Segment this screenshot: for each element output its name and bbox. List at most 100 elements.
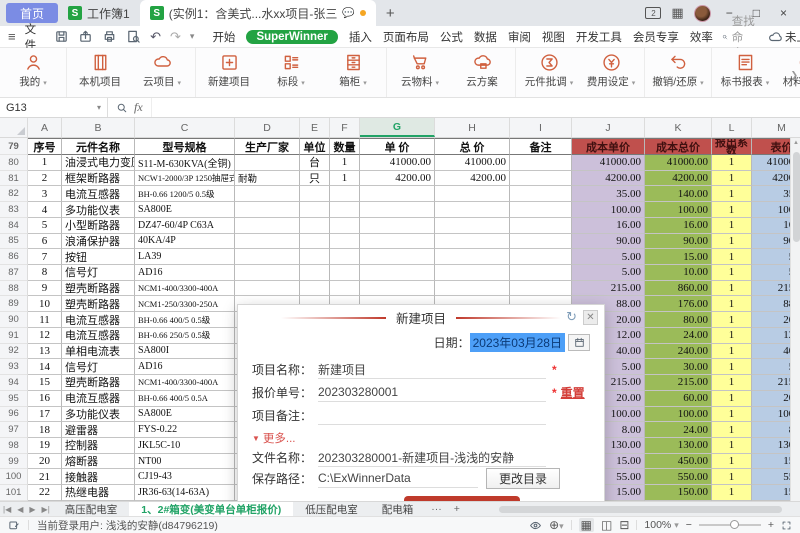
header-cell[interactable]: 生产厂家 [235, 138, 300, 155]
cell[interactable]: 35.00 [572, 186, 645, 202]
row-header-89[interactable]: 89 [0, 296, 28, 312]
cell[interactable]: 15 [28, 375, 62, 391]
cell[interactable]: 6 [28, 234, 62, 250]
column-header-F[interactable]: F [330, 118, 360, 137]
cell[interactable] [330, 234, 360, 250]
cell[interactable]: 单相电流表 [62, 344, 135, 360]
sheet-tab-3[interactable]: 配电箱 [370, 502, 426, 516]
cell[interactable]: 215.00 [645, 375, 712, 391]
menu-item-8[interactable]: 开发工具 [576, 29, 622, 45]
start-quote-button[interactable]: 开始报价 [404, 496, 520, 501]
ribbon-button-标书报表[interactable]: 标书报表 ▾ [714, 51, 776, 89]
ribbon-button-云物料[interactable]: 云物料 ▾ [389, 51, 451, 89]
header-cell[interactable]: 数量 [330, 138, 360, 155]
cell[interactable]: 4200.00 [435, 171, 510, 187]
zoom-in-button[interactable]: + [768, 519, 774, 531]
cell[interactable]: 电流互感器 [62, 328, 135, 344]
cell[interactable]: 1 [712, 249, 752, 265]
cell[interactable]: 避雷器 [62, 422, 135, 438]
column-header-K[interactable]: K [645, 118, 712, 137]
cell[interactable]: 40KA/4P [135, 234, 235, 250]
cell[interactable]: 550.00 [645, 469, 712, 485]
cell[interactable] [435, 249, 510, 265]
cell[interactable]: 7 [28, 249, 62, 265]
cell[interactable]: 100.00 [645, 202, 712, 218]
cell[interactable]: 1 [712, 407, 752, 423]
header-cell[interactable]: 序号 [28, 138, 62, 155]
ribbon-button-本机项目[interactable]: 本机项目 [69, 51, 131, 89]
menu-item-9[interactable]: 会员专享 [633, 29, 679, 45]
cell[interactable]: 150.00 [645, 485, 712, 501]
formula-input[interactable] [152, 98, 800, 117]
cell[interactable]: 塑壳断路器 [62, 296, 135, 312]
cell[interactable]: 信号灯 [62, 265, 135, 281]
cell[interactable] [510, 249, 572, 265]
sheet-list-button[interactable]: ··· [425, 503, 448, 515]
reset-link[interactable]: 重置 [561, 384, 585, 401]
column-header-C[interactable]: C [135, 118, 235, 137]
cell[interactable] [235, 265, 300, 281]
zoom-slider-knob[interactable] [730, 520, 739, 529]
cell[interactable]: 5.00 [572, 249, 645, 265]
cell[interactable]: 1 [712, 344, 752, 360]
ribbon-button-箱柜[interactable]: 箱柜 ▾ [322, 51, 384, 89]
cell[interactable]: 1 [712, 281, 752, 297]
row-header-93[interactable]: 93 [0, 359, 28, 375]
cell[interactable]: 只 [300, 171, 330, 187]
cell[interactable]: 框架断路器 [62, 171, 135, 187]
cell[interactable]: 450.00 [645, 454, 712, 470]
cell[interactable]: 1 [712, 469, 752, 485]
header-cell[interactable]: 总 价 [435, 138, 510, 155]
cell[interactable] [330, 249, 360, 265]
cell[interactable] [510, 218, 572, 234]
cell[interactable]: 1 [712, 375, 752, 391]
header-cell[interactable]: 报出系数 [712, 138, 752, 155]
project-name-input[interactable]: 新建项目 [318, 360, 546, 379]
cell[interactable] [235, 186, 300, 202]
switch-window-icon[interactable]: 2 [645, 7, 661, 19]
row-header-96[interactable]: 96 [0, 407, 28, 423]
column-header-H[interactable]: H [435, 118, 510, 137]
cell[interactable]: 17 [28, 407, 62, 423]
cell[interactable] [235, 281, 300, 297]
cell[interactable]: NT00 [135, 454, 235, 470]
cell[interactable] [510, 202, 572, 218]
cell[interactable]: 10 [28, 296, 62, 312]
cell[interactable]: BH-0.66 400/5 0.5级 [135, 312, 235, 328]
cell[interactable]: 60.00 [645, 391, 712, 407]
cell[interactable]: 1 [712, 171, 752, 187]
sheet-tab-2[interactable]: 低压配电室 [293, 502, 370, 516]
cell[interactable] [235, 249, 300, 265]
calendar-picker-button[interactable] [568, 334, 590, 351]
cell[interactable] [435, 218, 510, 234]
cell[interactable]: 多功能仪表 [62, 202, 135, 218]
row-header-95[interactable]: 95 [0, 391, 28, 407]
menu-item-7[interactable]: 视图 [542, 29, 565, 45]
cell[interactable]: 2 [28, 171, 62, 187]
header-cell[interactable]: 单 价 [360, 138, 435, 155]
cell[interactable]: 耐勒 [235, 171, 300, 187]
cell[interactable]: 18 [28, 422, 62, 438]
row-header-99[interactable]: 99 [0, 454, 28, 470]
cell[interactable]: 3 [28, 186, 62, 202]
vscroll-thumb[interactable] [793, 152, 800, 242]
cell[interactable]: 1 [712, 296, 752, 312]
column-header-L[interactable]: L [712, 118, 752, 137]
cell[interactable] [510, 281, 572, 297]
cell[interactable]: 电流互感器 [62, 186, 135, 202]
ribbon-button-云项目[interactable]: 云项目 ▾ [131, 51, 193, 89]
more-commands-caret-icon[interactable]: ▾ [190, 31, 195, 42]
cell[interactable]: 信号灯 [62, 359, 135, 375]
save-icon[interactable] [54, 29, 69, 44]
row-header-83[interactable]: 83 [0, 202, 28, 218]
cell[interactable]: 电流互感器 [62, 391, 135, 407]
close-button[interactable]: × [775, 6, 792, 20]
cell[interactable]: 4200.00 [572, 171, 645, 187]
menu-item-3[interactable]: 页面布局 [383, 29, 429, 45]
column-header-B[interactable]: B [62, 118, 135, 137]
cell[interactable] [510, 186, 572, 202]
cell[interactable]: BH-0.66 400/5 0.5A [135, 391, 235, 407]
cell[interactable]: 240.00 [645, 344, 712, 360]
ribbon-button-标段[interactable]: 标段 ▾ [260, 51, 322, 89]
cell[interactable]: 1 [712, 422, 752, 438]
